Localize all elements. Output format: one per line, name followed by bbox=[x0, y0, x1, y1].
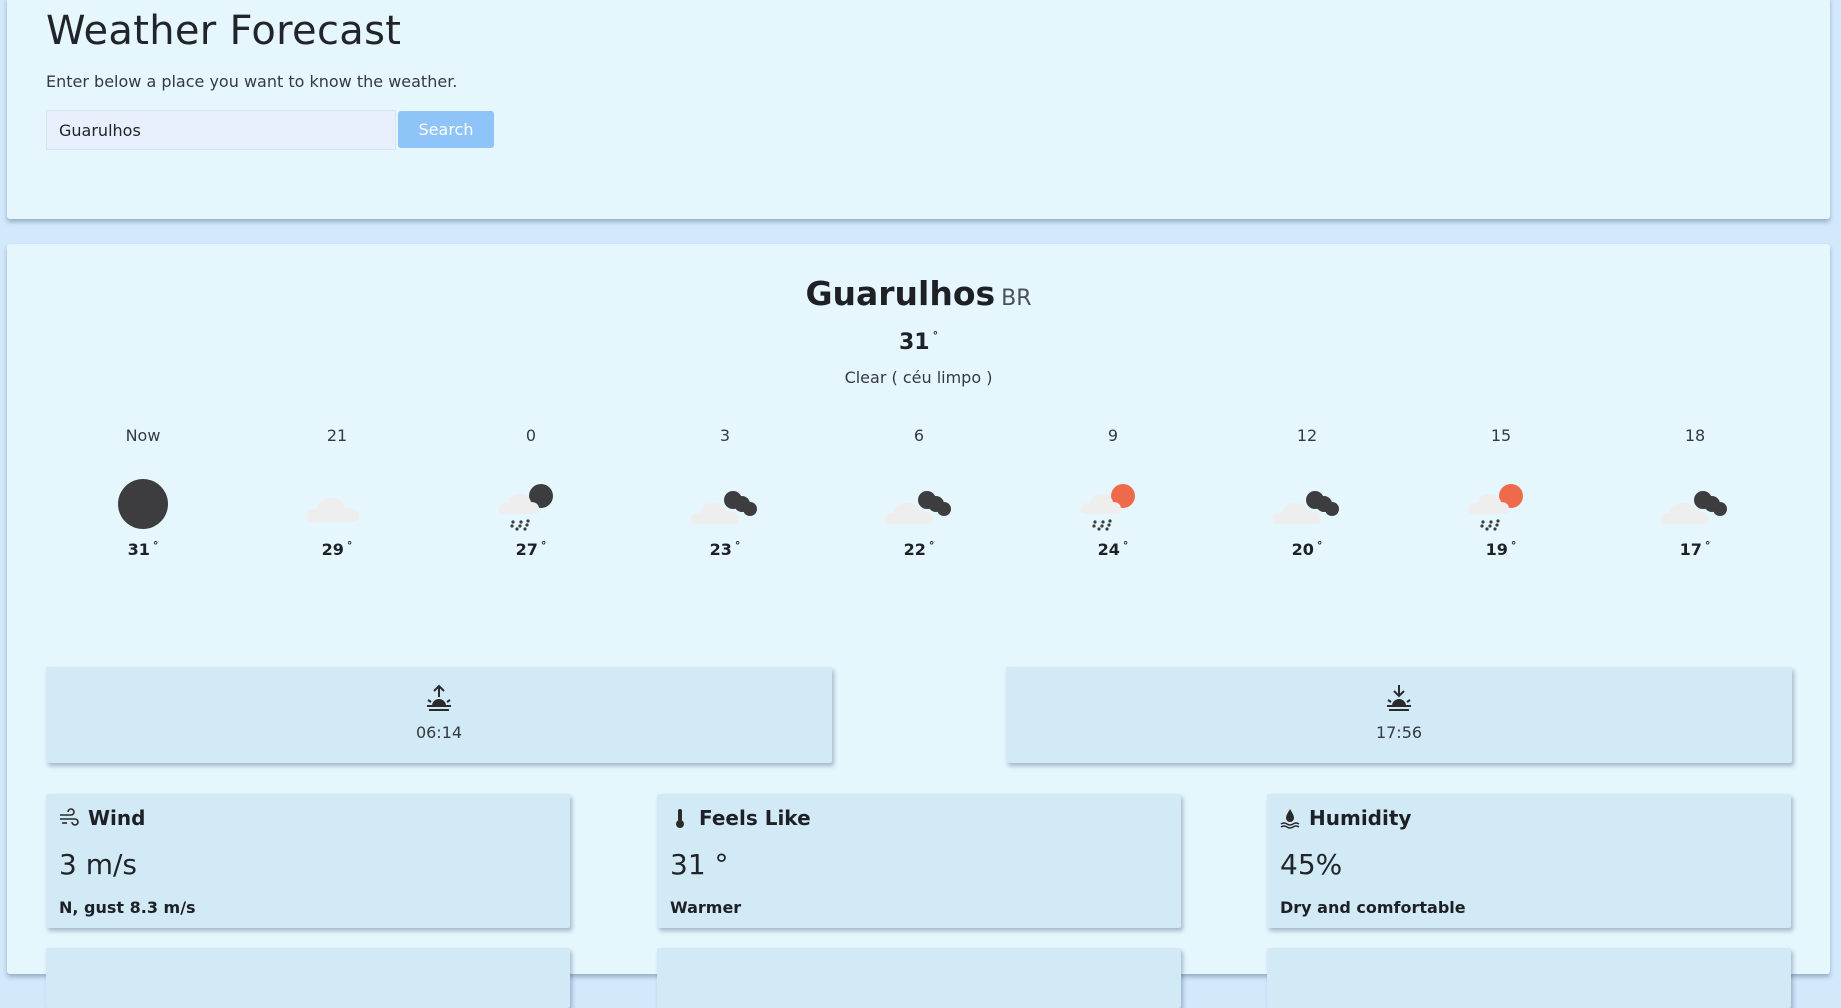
search-button[interactable]: Search bbox=[398, 111, 494, 148]
forecast-temperature: 22 ° bbox=[822, 539, 1016, 559]
feels-like-title: Feels Like bbox=[699, 806, 811, 830]
feels-like-detail: Warmer bbox=[670, 898, 742, 917]
current-temperature: 31 ° bbox=[7, 329, 1830, 355]
clear-night-icon bbox=[118, 479, 168, 529]
forecast-temperature-value: 20 bbox=[1291, 540, 1314, 559]
degree-symbol: ° bbox=[1316, 539, 1323, 552]
city-name: Guarulhos bbox=[805, 274, 996, 313]
hourly-forecast: Now 31 ° 21 29 ° 0 27 ° 3 23 ° 6 22 ° 9 24 ° 12 20 ° 15 19 ° 18 1… bbox=[46, 426, 1792, 586]
forecast-temperature: 24 ° bbox=[1016, 539, 1210, 559]
cloud-icon bbox=[306, 498, 360, 522]
search-card: Weather Forecast Enter below a place you… bbox=[7, 0, 1830, 219]
humidity-icon bbox=[1280, 809, 1300, 829]
sunrise-icon bbox=[427, 684, 451, 711]
stat-card bbox=[46, 948, 570, 1008]
page-title: Weather Forecast bbox=[46, 8, 402, 54]
forecast-temperature-value: 27 bbox=[515, 540, 538, 559]
forecast-time: 18 bbox=[1684, 426, 1706, 445]
thermometer-icon bbox=[676, 809, 684, 828]
degree-symbol: ° bbox=[346, 539, 353, 552]
forecast-time: 9 bbox=[1107, 426, 1119, 445]
forecast-time: Now bbox=[125, 426, 161, 445]
sunrise-card: 06:14 bbox=[46, 667, 832, 763]
wind-icon bbox=[60, 808, 79, 826]
location-heading: Guarulhos BR bbox=[7, 274, 1830, 313]
forecast-temperature-value: 17 bbox=[1679, 540, 1702, 559]
degree-symbol: ° bbox=[928, 539, 935, 552]
forecast-temperature-value: 31 bbox=[127, 540, 150, 559]
wind-speed: 3 m/s bbox=[59, 848, 138, 881]
feels-like-value: 31 ° bbox=[670, 848, 729, 881]
forecast-temperature-value: 22 bbox=[903, 540, 926, 559]
sunset-icon bbox=[1387, 685, 1411, 711]
forecast-item: 6 22 ° bbox=[822, 426, 1016, 586]
search-input[interactable] bbox=[46, 110, 396, 150]
degree-symbol: ° bbox=[540, 539, 547, 552]
forecast-item: 3 23 ° bbox=[628, 426, 822, 586]
sunrise-time: 06:14 bbox=[415, 723, 463, 742]
degree-symbol: ° bbox=[1704, 539, 1711, 552]
country-code: BR bbox=[1001, 286, 1032, 311]
forecast-item: 18 17 ° bbox=[1598, 426, 1792, 586]
forecast-time: 6 bbox=[913, 426, 925, 445]
humidity-detail: Dry and comfortable bbox=[1280, 898, 1466, 917]
feels-like-card: Feels Like 31 ° Warmer bbox=[657, 794, 1181, 928]
degree-symbol: ° bbox=[152, 539, 159, 552]
forecast-time: 0 bbox=[525, 426, 537, 445]
sunset-card: 17:56 bbox=[1006, 667, 1792, 763]
night-rain-icon bbox=[498, 484, 553, 531]
degree-symbol: ° bbox=[1122, 539, 1129, 552]
forecast-temperature: 27 ° bbox=[434, 539, 628, 559]
forecast-item: 21 29 ° bbox=[240, 426, 434, 586]
page-subtitle: Enter below a place you want to know the… bbox=[46, 72, 458, 91]
forecast-item: 15 19 ° bbox=[1404, 426, 1598, 586]
current-description: Clear ( céu limpo ) bbox=[844, 368, 993, 387]
forecast-temperature: 31 ° bbox=[46, 539, 240, 559]
forecast-item: 0 27 ° bbox=[434, 426, 628, 586]
wind-card: Wind 3 m/s N, gust 8.3 m/s bbox=[46, 794, 570, 928]
degree-symbol: ° bbox=[734, 539, 741, 552]
stat-card bbox=[1267, 948, 1791, 1008]
weather-card: Guarulhos BR 31 ° Clear ( céu limpo ) Now 3… bbox=[7, 244, 1830, 1008]
forecast-temperature: 29 ° bbox=[240, 539, 434, 559]
humidity-card: Humidity 45% Dry and comfortable bbox=[1267, 794, 1791, 928]
day-rain-icon bbox=[1468, 484, 1523, 531]
current-temperature-value: 31 bbox=[898, 330, 930, 355]
sunset-time: 17:56 bbox=[1375, 723, 1423, 742]
cloudy-night-icon bbox=[1272, 491, 1339, 524]
forecast-temperature: 20 ° bbox=[1210, 539, 1404, 559]
humidity-title: Humidity bbox=[1309, 806, 1412, 830]
degree-symbol: ° bbox=[932, 329, 939, 342]
forecast-item: 9 24 ° bbox=[1016, 426, 1210, 586]
forecast-temperature: 19 ° bbox=[1404, 539, 1598, 559]
forecast-temperature: 17 ° bbox=[1598, 539, 1792, 559]
cloudy-night-icon bbox=[884, 491, 951, 524]
forecast-temperature-value: 29 bbox=[321, 540, 344, 559]
day-rain-icon bbox=[1080, 484, 1135, 531]
forecast-item: 12 20 ° bbox=[1210, 426, 1404, 586]
forecast-time: 15 bbox=[1490, 426, 1512, 445]
cloudy-night-icon bbox=[1660, 491, 1727, 524]
stat-card bbox=[657, 948, 1181, 1008]
wind-detail: N, gust 8.3 m/s bbox=[59, 898, 196, 917]
forecast-time: 12 bbox=[1296, 426, 1318, 445]
wind-title: Wind bbox=[88, 806, 146, 830]
forecast-temperature-value: 23 bbox=[709, 540, 732, 559]
forecast-temperature-value: 24 bbox=[1097, 540, 1120, 559]
forecast-temperature-value: 19 bbox=[1485, 540, 1508, 559]
cloudy-night-icon bbox=[690, 491, 757, 524]
forecast-time: 3 bbox=[719, 426, 731, 445]
forecast-temperature: 23 ° bbox=[628, 539, 822, 559]
forecast-item: Now 31 ° bbox=[46, 426, 240, 586]
degree-symbol: ° bbox=[1510, 539, 1517, 552]
forecast-time: 21 bbox=[326, 426, 348, 445]
humidity-value: 45% bbox=[1280, 848, 1343, 881]
